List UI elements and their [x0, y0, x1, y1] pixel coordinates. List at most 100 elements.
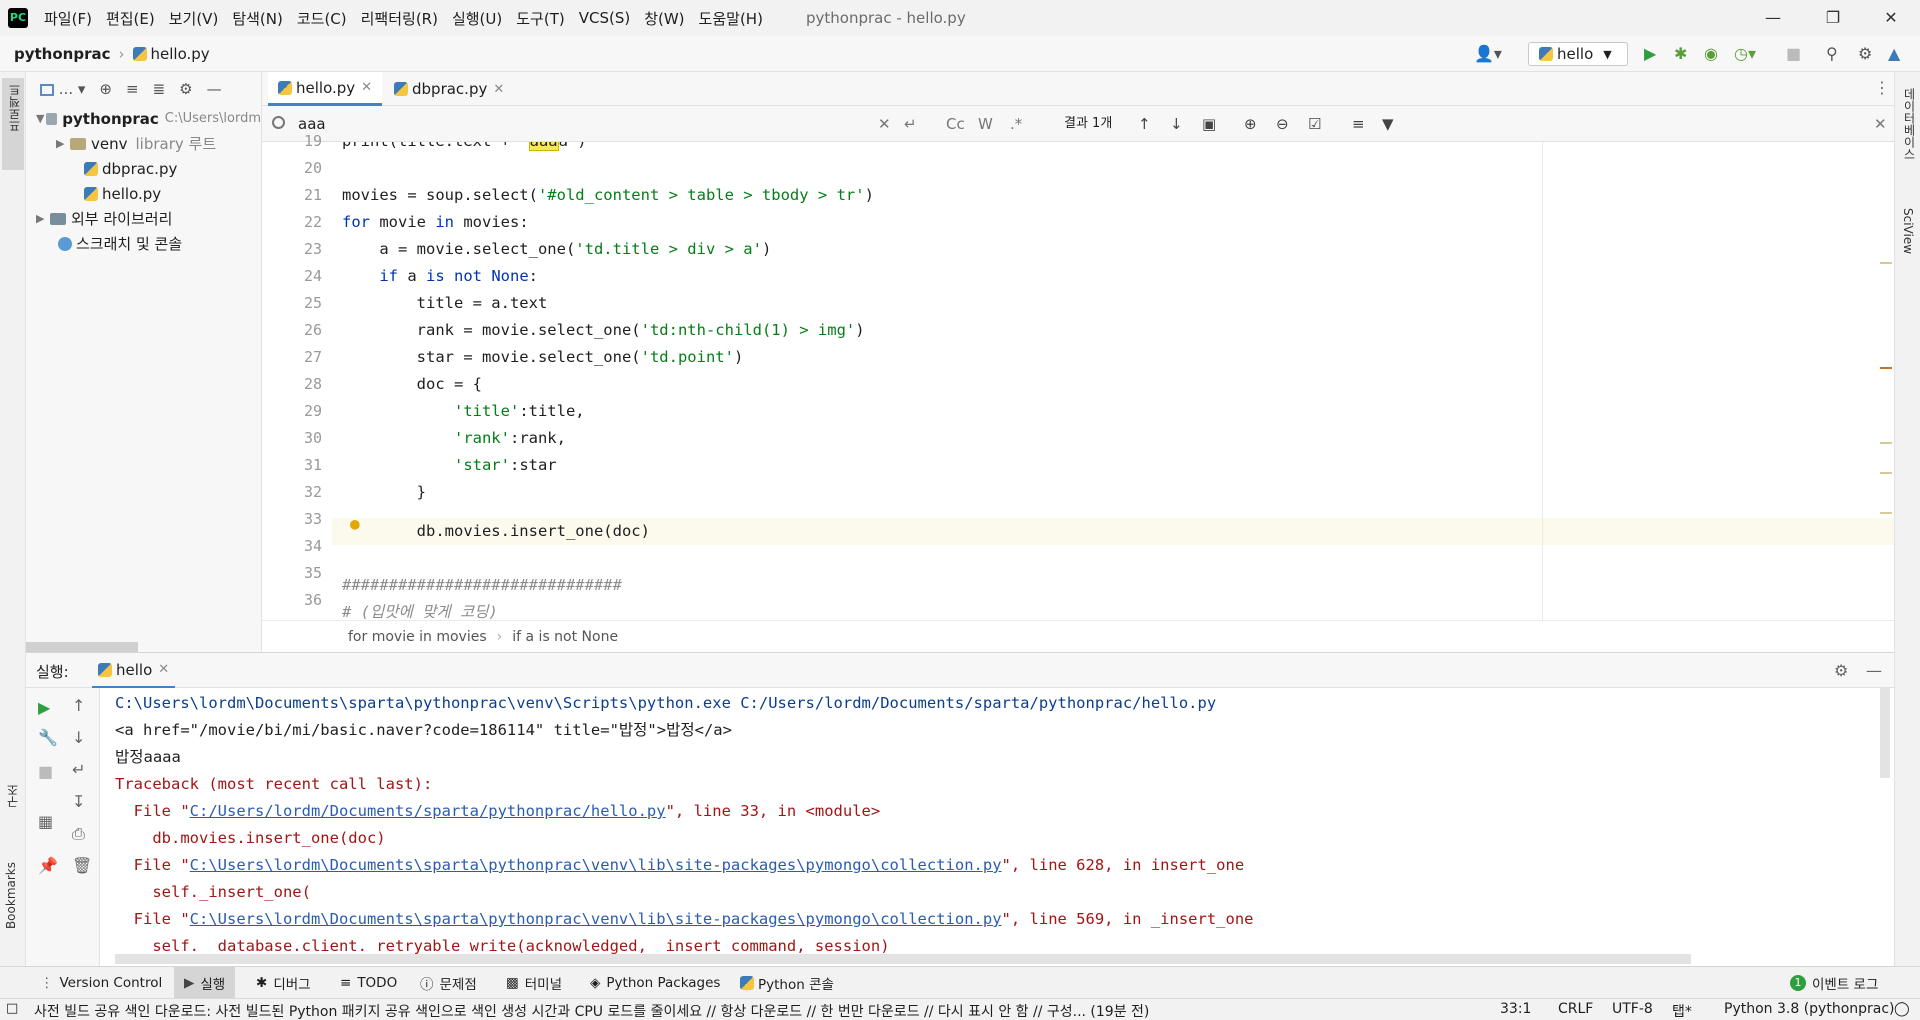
toolwindow-version-control[interactable]: ⋮ Version Control	[40, 967, 162, 999]
warning-stripe-marker[interactable]	[1880, 512, 1892, 514]
tree-item-venv[interactable]: ▶ venv library 루트	[26, 131, 261, 156]
whole-words-icon[interactable]: W	[978, 115, 993, 133]
tree-item-dbprac[interactable]: dbprac.py	[26, 156, 261, 181]
menu-edit[interactable]: 편집(E)	[106, 8, 155, 29]
filter-icon[interactable]: ▼	[1382, 115, 1394, 133]
locate-icon[interactable]: ⊕	[99, 80, 112, 98]
project-view-select[interactable]: ... ▾	[40, 80, 85, 98]
arrow-up-icon[interactable]: ↑	[1138, 115, 1151, 133]
traceback-link[interactable]: C:/Users/lordm/Documents/sparta/pythonpr…	[190, 802, 666, 820]
expand-all-icon[interactable]: ≡	[126, 80, 139, 98]
trash-icon[interactable]: 🗑	[72, 856, 92, 875]
arrow-up-icon[interactable]: ↑	[72, 696, 85, 715]
profile-icon[interactable]: ◷▾	[1734, 44, 1756, 63]
toolbox-icon[interactable]: ▲	[1888, 44, 1900, 63]
toolwindow-run[interactable]: ▶ 실행	[174, 967, 236, 999]
menu-view[interactable]: 보기(V)	[169, 8, 219, 29]
more-icon[interactable]: ⋮	[1874, 78, 1890, 97]
debug-icon[interactable]: ✱	[1674, 44, 1687, 63]
stop-icon[interactable]: ■	[1786, 44, 1801, 63]
add-selection-icon[interactable]: ⊕	[1244, 115, 1257, 133]
close-find-icon[interactable]: ✕	[1874, 115, 1887, 133]
menu-file[interactable]: 파일(F)	[44, 8, 92, 29]
menu-run[interactable]: 실행(U)	[452, 8, 502, 29]
traceback-link[interactable]: C:\Users\lordm\Documents\sparta\pythonpr…	[190, 910, 1002, 928]
scroll-to-end-icon[interactable]: ↧	[72, 792, 85, 811]
gear-icon[interactable]: ⚙	[179, 80, 192, 98]
breadcrumb-item[interactable]: for movie in movies	[348, 629, 487, 645]
regex-icon[interactable]: .*	[1010, 115, 1022, 133]
arrow-down-icon[interactable]: ↓	[1170, 115, 1183, 133]
newline-icon[interactable]: ↵	[904, 115, 917, 133]
indent-setting[interactable]: 탭*	[1672, 1001, 1692, 1020]
menu-tools[interactable]: 도구(T)	[516, 8, 564, 29]
file-encoding[interactable]: UTF-8	[1612, 1001, 1653, 1017]
close-icon[interactable]: ✕	[1868, 0, 1914, 36]
run-tab-hello[interactable]: hello ✕	[92, 653, 176, 689]
run-console[interactable]: C:\Users\lordm\Documents\sparta\pythonpr…	[100, 688, 1894, 966]
toolwindow-debug[interactable]: ✱ 디버그	[256, 967, 311, 999]
filter-options-icon[interactable]: ≡	[1352, 115, 1365, 133]
bookmarks-stripe-button[interactable]: Bookmarks	[4, 862, 18, 929]
horizontal-scrollbar[interactable]	[115, 954, 1691, 964]
toolwindow-todo[interactable]: ≡ TODO	[340, 967, 397, 999]
tab-hello-py[interactable]: hello.py ✕	[268, 72, 383, 106]
tree-item-root[interactable]: ▼ pythonprac C:\Users\lordm	[26, 106, 261, 131]
project-stripe-button[interactable]: 프로젝트	[2, 78, 24, 170]
nav-file[interactable]: hello.py	[151, 45, 210, 63]
sciview-stripe-button[interactable]: SciView	[1901, 208, 1915, 254]
vcs-user-icon[interactable]: 👤▾	[1474, 44, 1502, 63]
toolwindow-python-console[interactable]: Python 콘솔	[740, 967, 834, 999]
toolwindow-event-log[interactable]: 1 이벤트 로그	[1790, 967, 1878, 999]
clear-icon[interactable]: ✕	[878, 115, 891, 133]
status-message[interactable]: 사전 빌드 공유 색인 다운로드: 사전 빌드된 Python 패키지 공유 색…	[34, 1001, 1484, 1020]
toolwindow-terminal[interactable]: ▩ 터미널	[506, 967, 562, 999]
status-toggle-icon[interactable]: □	[6, 1001, 18, 1016]
gear-icon[interactable]: ⚙	[1834, 661, 1848, 680]
match-case-icon[interactable]: Cc	[946, 115, 965, 133]
pin-icon[interactable]: 📌	[38, 856, 58, 875]
layout-icon[interactable]: ▦	[38, 812, 53, 831]
warning-stripe-marker[interactable]	[1880, 472, 1892, 474]
tree-item-external-libs[interactable]: ▶ 외부 라이브러리	[26, 206, 261, 231]
rerun-icon[interactable]: ▶	[38, 698, 50, 717]
soft-wrap-icon[interactable]: ↵	[72, 760, 85, 779]
vertical-scrollbar[interactable]	[1880, 688, 1890, 778]
close-tab-icon[interactable]: ✕	[158, 662, 169, 677]
select-all-occurrences-icon[interactable]: ☑	[1308, 115, 1321, 133]
traceback-link[interactable]: C:\Users\lordm\Documents\sparta\pythonpr…	[190, 856, 1002, 874]
menu-vcs[interactable]: VCS(S)	[579, 9, 630, 27]
wrench-icon[interactable]: 🔧	[38, 728, 58, 747]
menu-navigate[interactable]: 탐색(N)	[232, 8, 283, 29]
caret-position[interactable]: 33:1	[1500, 1001, 1531, 1017]
menu-code[interactable]: 코드(C)	[297, 8, 347, 29]
nav-project[interactable]: pythonprac	[14, 45, 111, 63]
python-interpreter[interactable]: Python 3.8 (pythonprac)	[1724, 1001, 1895, 1017]
minimize-icon[interactable]: —	[1750, 0, 1796, 36]
run-icon[interactable]: ▶	[1644, 44, 1656, 63]
stop-icon[interactable]: ■	[38, 762, 53, 781]
lightbulb-icon[interactable]: ●	[350, 514, 360, 533]
restore-icon[interactable]: ❐	[1810, 0, 1856, 36]
search-icon[interactable]: ⚲	[1826, 44, 1838, 63]
hide-icon[interactable]: —	[207, 80, 222, 98]
toolwindow-problems[interactable]: ⓘ 문제점	[420, 967, 477, 999]
error-stripe-marker[interactable]	[1880, 367, 1892, 369]
arrow-down-icon[interactable]: ↓	[72, 728, 85, 747]
menu-help[interactable]: 도움말(H)	[699, 8, 763, 29]
tab-dbprac-py[interactable]: dbprac.py ✕	[384, 72, 514, 106]
code-editor[interactable]: print(title.text + 'aaaa') movies = soup…	[332, 142, 1894, 620]
breadcrumb-item[interactable]: if a is not None	[512, 629, 618, 645]
warning-stripe-marker[interactable]	[1880, 262, 1892, 264]
horizontal-scrollbar[interactable]	[26, 642, 138, 652]
remove-selection-icon[interactable]: ⊖	[1276, 115, 1289, 133]
close-tab-icon[interactable]: ✕	[361, 80, 372, 95]
coverage-icon[interactable]: ◉	[1704, 44, 1718, 63]
tree-item-scratches[interactable]: 스크래치 및 콘솔	[26, 231, 261, 256]
menu-window[interactable]: 창(W)	[644, 8, 684, 29]
tree-item-hello[interactable]: hello.py	[26, 181, 261, 206]
settings-icon[interactable]: ⚙	[1858, 44, 1872, 63]
lock-icon[interactable]: ◯	[1894, 1001, 1910, 1017]
line-separator[interactable]: CRLF	[1558, 1001, 1593, 1017]
collapse-all-icon[interactable]: ≣	[153, 80, 166, 98]
